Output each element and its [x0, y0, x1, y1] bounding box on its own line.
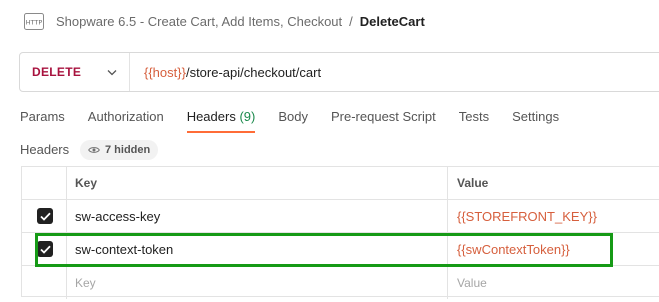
- headers-section-label: Headers: [20, 142, 70, 157]
- tab-label: Tests: [458, 109, 490, 124]
- eye-icon: [88, 147, 100, 153]
- table-header-row: Key Value: [22, 167, 659, 200]
- checkbox-cell: [22, 266, 67, 299]
- checkbox-cell: [22, 200, 67, 232]
- tab-label: Settings: [512, 109, 560, 124]
- column-header-key: Key: [75, 176, 98, 190]
- tab-label: Params: [20, 109, 65, 124]
- request-tabs: Params Authorization Headers (9) Body Pr…: [20, 106, 582, 133]
- http-request-icon: HTTP: [24, 12, 44, 30]
- column-divider: [447, 233, 448, 265]
- row-enabled-checkbox[interactable]: [37, 208, 53, 224]
- tab-label: Pre-request Script: [330, 109, 436, 124]
- header-key-input[interactable]: sw-context-token: [75, 233, 173, 265]
- header-value-input[interactable]: {{swContextToken}}: [457, 233, 570, 265]
- checkbox-cell: [22, 233, 67, 265]
- breadcrumb-separator: /: [349, 13, 353, 29]
- url-variable: {{host}}: [144, 64, 186, 80]
- column-divider[interactable]: [447, 167, 448, 199]
- tab-tests[interactable]: Tests: [459, 106, 489, 130]
- svg-text:HTTP: HTTP: [26, 18, 43, 26]
- tab-body[interactable]: Body: [278, 106, 308, 130]
- method-select[interactable]: DELETE: [20, 53, 130, 91]
- breadcrumb: HTTP Shopware 6.5 - Create Cart, Add Ite…: [24, 10, 425, 32]
- tab-label: Headers: [186, 109, 236, 124]
- header-value-input[interactable]: {{STOREFRONT_KEY}}: [457, 200, 597, 232]
- url-path: /store-api/checkout/cart: [185, 64, 322, 80]
- table-row: sw-access-key {{STOREFRONT_KEY}}: [22, 200, 659, 233]
- row-enabled-checkbox[interactable]: [37, 241, 53, 257]
- request-name[interactable]: DeleteCart: [360, 14, 425, 29]
- hidden-count: 7 hidden: [105, 144, 151, 156]
- breadcrumb-collection[interactable]: Shopware 6.5 - Create Cart, Add Items, C…: [56, 14, 342, 29]
- tab-settings[interactable]: Settings: [512, 106, 559, 130]
- chevron-down-icon: [107, 69, 117, 75]
- table-row: sw-context-token {{swContextToken}}: [22, 233, 659, 266]
- tab-label: Body: [278, 109, 308, 124]
- tab-params[interactable]: Params: [20, 106, 65, 130]
- url-bar: DELETE {{host}}/store-api/checkout/cart: [19, 52, 659, 92]
- header-key-input[interactable]: sw-access-key: [75, 200, 160, 232]
- checkbox-column-header: [22, 167, 67, 199]
- tab-count: (9): [239, 109, 256, 124]
- checkmark-icon: [39, 212, 51, 221]
- method-label: DELETE: [32, 65, 82, 79]
- url-input[interactable]: {{host}}/store-api/checkout/cart: [130, 65, 321, 80]
- column-divider: [447, 266, 448, 299]
- column-header-value: Value: [457, 176, 489, 190]
- hidden-headers-toggle[interactable]: 7 hidden: [80, 140, 159, 160]
- checkmark-icon: [39, 245, 51, 254]
- new-value-input[interactable]: Value: [457, 266, 487, 299]
- new-key-input[interactable]: Key: [75, 266, 96, 299]
- tab-label: Authorization: [87, 109, 164, 124]
- headers-table: Key Value sw-access-key {{STOREFRONT_KEY…: [21, 166, 659, 299]
- tab-headers[interactable]: Headers (9): [186, 106, 256, 133]
- column-divider: [447, 200, 448, 232]
- tab-authorization[interactable]: Authorization: [88, 106, 164, 130]
- table-row-new: Key Value: [22, 266, 659, 299]
- tab-pre-request-script[interactable]: Pre-request Script: [331, 106, 436, 130]
